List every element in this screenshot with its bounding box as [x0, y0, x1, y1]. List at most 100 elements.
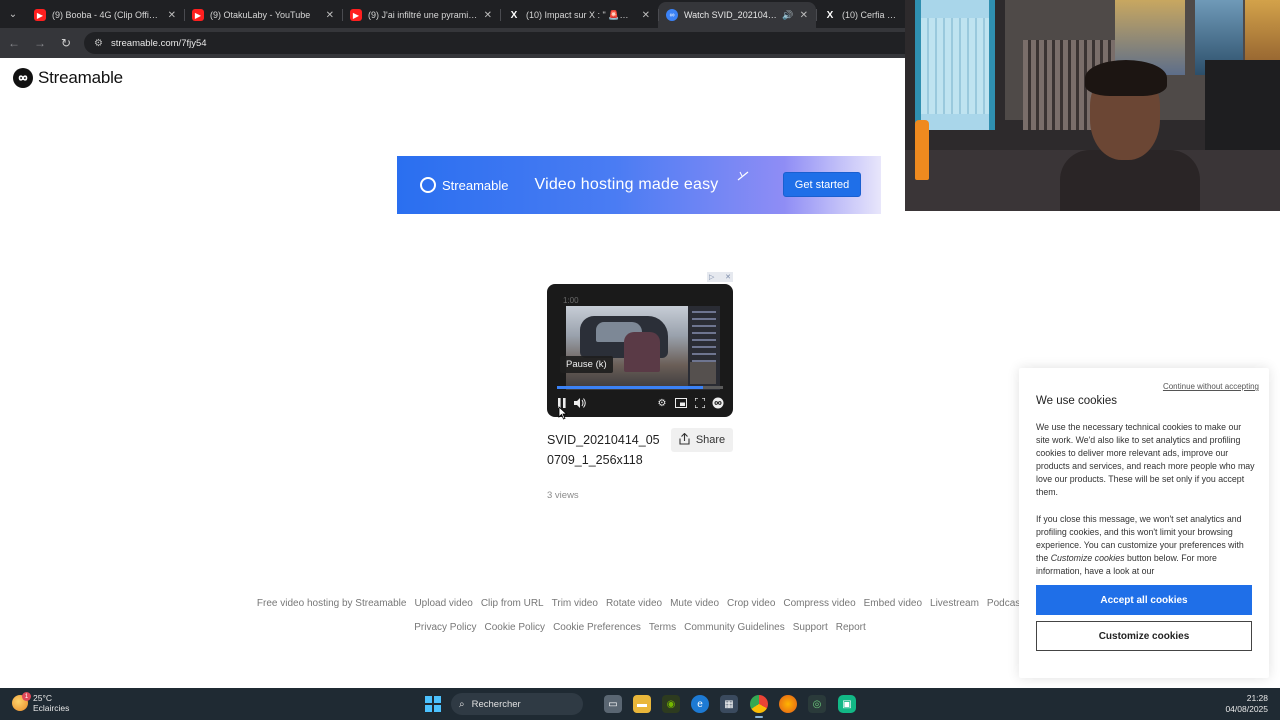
- footer-link[interactable]: Mute video: [670, 598, 719, 609]
- footer-link[interactable]: Report: [836, 622, 866, 633]
- customize-cookies-button[interactable]: Customize cookies: [1036, 621, 1252, 651]
- footer-link[interactable]: Compress video: [783, 598, 855, 609]
- get-started-button[interactable]: Get started: [783, 172, 861, 197]
- weather-sun-icon: 1: [12, 692, 31, 711]
- progress-bar[interactable]: [557, 386, 723, 389]
- speaker-icon[interactable]: 🔊: [782, 10, 793, 21]
- video-player[interactable]: 1:00 Pause (k) ⚙: [547, 284, 733, 417]
- tab-search-chevron-icon[interactable]: ⌄: [0, 0, 26, 28]
- edge-browser-icon[interactable]: e: [691, 695, 709, 713]
- close-icon[interactable]: ✕: [642, 10, 650, 21]
- file-explorer-icon[interactable]: ▬: [633, 695, 651, 713]
- browser-tab-4[interactable]: X (10) Impact sur X : " 🚨🇫🇷 AL ✕: [500, 2, 658, 28]
- microsoft-store-icon[interactable]: ▦: [720, 695, 738, 713]
- customize-cookies-emphasis: Customize cookies: [1050, 553, 1125, 563]
- close-icon[interactable]: ✕: [800, 10, 808, 21]
- search-placeholder: Rechercher: [471, 698, 521, 710]
- progress-fill: [557, 386, 704, 389]
- picture-in-picture-icon[interactable]: [673, 395, 689, 411]
- video-title: SVID_20210414_050709_1_256x118: [547, 433, 660, 467]
- x-icon: X: [826, 9, 834, 21]
- banner-logo: Streamable: [420, 177, 508, 193]
- forward-arrow-icon[interactable]: →: [28, 31, 52, 55]
- tab-title: (9) Booba - 4G (Clip Officiel) - Y: [52, 10, 162, 20]
- windows-start-icon[interactable]: [425, 696, 441, 712]
- close-icon[interactable]: ✕: [326, 10, 334, 21]
- share-button[interactable]: Share: [671, 428, 733, 452]
- pause-tooltip: Pause (k): [560, 356, 613, 373]
- youtube-icon: ▶: [350, 9, 362, 21]
- streamable-logo[interactable]: Streamable: [13, 68, 123, 88]
- weather-temp: 25°C: [33, 693, 52, 703]
- accept-all-cookies-button[interactable]: Accept all cookies: [1036, 585, 1252, 615]
- cam-bottle: [915, 120, 929, 180]
- ad-banner[interactable]: Streamable Video hosting made easy Get s…: [397, 156, 881, 214]
- close-icon[interactable]: ✕: [484, 10, 492, 21]
- tab-title: (10) Cerfia sur X : ": [842, 10, 898, 20]
- cookie-title: We use cookies: [1036, 395, 1117, 407]
- browser-tab-1[interactable]: ▶ (9) Booba - 4G (Clip Officiel) - Y ✕: [26, 2, 184, 28]
- mouse-cursor-icon: [558, 406, 568, 420]
- footer-link[interactable]: Cookie Preferences: [553, 622, 641, 633]
- browser-tab-5-active[interactable]: ∞ Watch SVID_20210414_050 🔊 ✕: [658, 2, 816, 28]
- browser-tab-3[interactable]: ▶ (9) J'ai infiltré une pyramide de ✕: [342, 2, 500, 28]
- streamable-logo-icon: [420, 177, 436, 193]
- volume-icon[interactable]: [572, 395, 588, 411]
- weather-widget[interactable]: 1 25°C Eclaircies: [12, 692, 69, 713]
- cookie-paragraph-2: If you close this message, we won't set …: [1036, 513, 1256, 578]
- tab-title: (9) OtakuLaby - YouTube: [210, 10, 311, 20]
- logo-text: Streamable: [38, 68, 123, 87]
- browser-tab-6[interactable]: X (10) Cerfia sur X : ": [816, 2, 906, 28]
- taskbar-search[interactable]: ⌕ Rechercher: [451, 693, 583, 715]
- footer-link[interactable]: Rotate video: [606, 598, 662, 609]
- footer-link[interactable]: Free video hosting by Streamable: [257, 598, 407, 609]
- footer-link[interactable]: Embed video: [864, 598, 922, 609]
- back-arrow-icon[interactable]: ←: [2, 31, 26, 55]
- footer-link[interactable]: Upload video: [414, 598, 472, 609]
- chrome-browser-icon[interactable]: [750, 695, 768, 718]
- footer-link[interactable]: Trim video: [552, 598, 598, 609]
- footer-link[interactable]: Livestream: [930, 598, 979, 609]
- weather-badge: 1: [22, 692, 31, 701]
- ad-choices-badge[interactable]: ▷ ✕: [707, 272, 733, 282]
- banner-tagline: Video hosting made easy: [534, 176, 719, 193]
- streamable-brand-icon[interactable]: [710, 395, 726, 411]
- footer-link[interactable]: Cookie Policy: [484, 622, 545, 633]
- tab-title: (10) Impact sur X : " 🚨🇫🇷 AL: [526, 9, 636, 20]
- app-swirl-icon[interactable]: ◎: [808, 695, 826, 713]
- video-frame[interactable]: [566, 306, 720, 390]
- footer-link[interactable]: Terms: [649, 622, 676, 633]
- cam-blind: [921, 18, 989, 114]
- nvidia-icon[interactable]: ◉: [662, 695, 680, 713]
- site-info-icon[interactable]: ⚙: [94, 38, 103, 49]
- clock-date: 04/08/2025: [1225, 704, 1268, 714]
- footer-link[interactable]: Support: [793, 622, 828, 633]
- youtube-icon: ▶: [192, 9, 204, 21]
- firefox-icon[interactable]: [779, 695, 797, 713]
- footer-link[interactable]: Podcast: [987, 598, 1023, 609]
- footer-link[interactable]: Community Guidelines: [684, 622, 785, 633]
- reload-icon[interactable]: ↻: [54, 31, 78, 55]
- settings-gear-icon[interactable]: ⚙: [654, 395, 670, 411]
- taskbar-clock[interactable]: 21:28 04/08/2025: [1225, 693, 1268, 715]
- app-green-icon[interactable]: ▣: [838, 695, 856, 713]
- address-bar[interactable]: ⚙ streamable.com/7fjy54: [84, 32, 964, 54]
- ghost-timestamp: 1:00: [563, 296, 579, 305]
- view-count: 3 views: [547, 490, 579, 501]
- youtube-icon: ▶: [34, 9, 46, 21]
- cam-person-hair: [1085, 60, 1167, 96]
- ad-close-icon[interactable]: ✕: [725, 273, 731, 281]
- continue-without-accepting-link[interactable]: Continue without accepting: [1163, 382, 1259, 391]
- footer-link[interactable]: Privacy Policy: [414, 622, 476, 633]
- streamable-logo-icon: [13, 68, 33, 88]
- close-icon[interactable]: ✕: [168, 10, 176, 21]
- footer-link[interactable]: Crop video: [727, 598, 775, 609]
- footer-link[interactable]: Clip from URL: [481, 598, 544, 609]
- fullscreen-icon[interactable]: [692, 395, 708, 411]
- share-icon: [679, 432, 690, 448]
- clock-time: 21:28: [1246, 693, 1268, 703]
- browser-tab-2[interactable]: ▶ (9) OtakuLaby - YouTube ✕: [184, 2, 342, 28]
- ad-info-icon[interactable]: ▷: [709, 273, 714, 281]
- task-view-icon[interactable]: ▭: [604, 695, 622, 713]
- cookie-paragraph-1: We use the necessary technical cookies t…: [1036, 422, 1255, 497]
